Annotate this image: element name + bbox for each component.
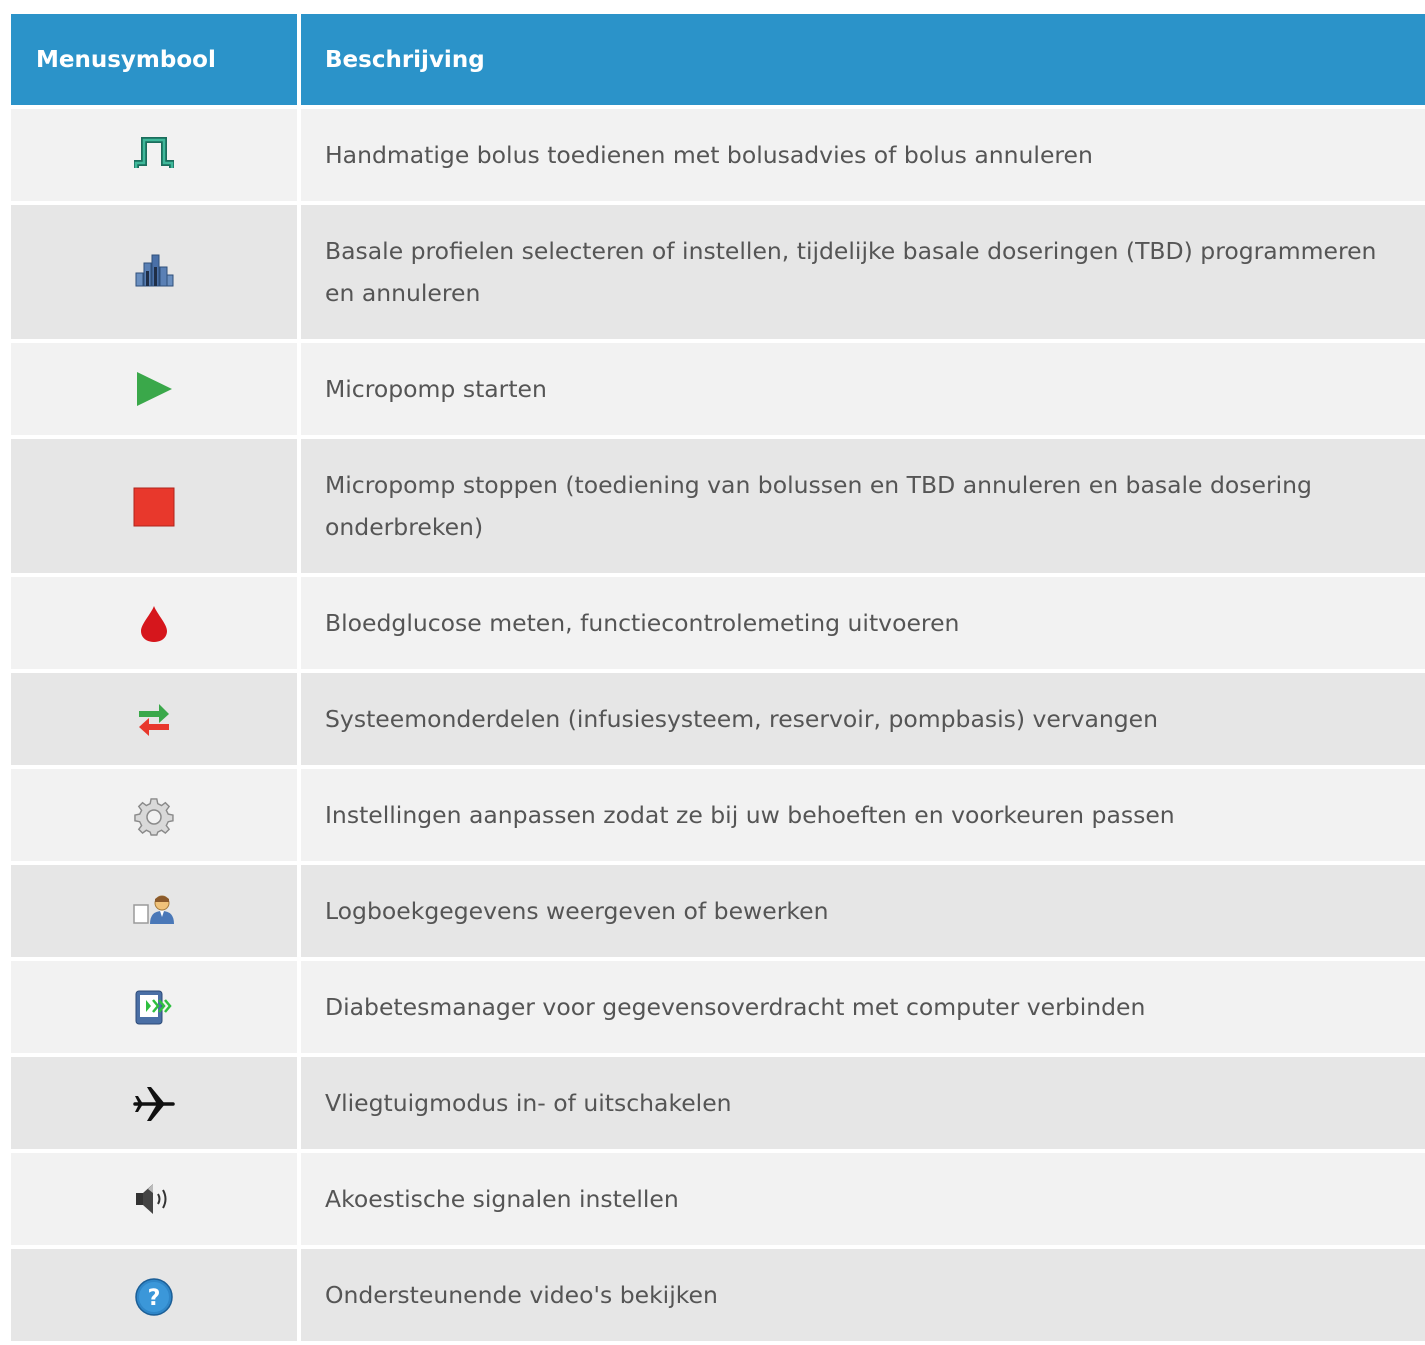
blood-drop-icon <box>139 605 169 643</box>
stop-icon <box>133 487 175 527</box>
help-icon: ? <box>134 1277 174 1317</box>
table-row: Handmatige bolus toedienen met bolusadvi… <box>11 109 1425 201</box>
row-description: Logboekgegevens weergeven of bewerken <box>301 865 1425 957</box>
table-row: ? Ondersteunende video's bekijken <box>11 1249 1425 1341</box>
airplane-icon <box>133 1085 175 1123</box>
speaker-icon <box>134 1181 174 1217</box>
table-row: Instellingen aanpassen zodat ze bij uw b… <box>11 769 1425 861</box>
data-transfer-icon <box>134 989 174 1027</box>
header-beschrijving: Beschrijving <box>301 14 1425 105</box>
row-description: Systeemonderdelen (infusiesysteem, reser… <box>301 673 1425 765</box>
logbook-icon <box>132 893 176 925</box>
table-row: Basale profielen selecteren of instellen… <box>11 205 1425 339</box>
basal-profile-icon <box>134 253 174 287</box>
gear-icon <box>134 797 174 837</box>
row-description: Diabetesmanager voor gegevensoverdracht … <box>301 961 1425 1053</box>
table-row: Bloedglucose meten, functiecontrolemetin… <box>11 577 1425 669</box>
header-menusymbool: Menusymbool <box>11 14 297 105</box>
table-row: Akoestische signalen instellen <box>11 1153 1425 1245</box>
row-description: Micropomp starten <box>301 343 1425 435</box>
table-header: Menusymbool Beschrijving <box>11 14 1425 105</box>
bolus-icon <box>134 137 174 169</box>
exchange-arrows-icon <box>137 701 171 737</box>
row-description: Basale profielen selecteren of instellen… <box>301 205 1425 339</box>
row-description: Handmatige bolus toedienen met bolusadvi… <box>301 109 1425 201</box>
table-row: Micropomp stoppen (toediening van boluss… <box>11 439 1425 573</box>
row-description: Micropomp stoppen (toediening van boluss… <box>301 439 1425 573</box>
row-description: Bloedglucose meten, functiecontrolemetin… <box>301 577 1425 669</box>
table-row: Diabetesmanager voor gegevensoverdracht … <box>11 961 1425 1053</box>
row-description: Vliegtuigmodus in- of uitschakelen <box>301 1057 1425 1149</box>
svg-text:?: ? <box>148 1286 161 1311</box>
table-row: Systeemonderdelen (infusiesysteem, reser… <box>11 673 1425 765</box>
table-row: Logboekgegevens weergeven of bewerken <box>11 865 1425 957</box>
table-row: Vliegtuigmodus in- of uitschakelen <box>11 1057 1425 1149</box>
play-icon <box>134 371 174 407</box>
row-description: Akoestische signalen instellen <box>301 1153 1425 1245</box>
row-description: Ondersteunende video's bekijken <box>301 1249 1425 1341</box>
table-row: Micropomp starten <box>11 343 1425 435</box>
menu-symbols-table: Menusymbool Beschrijving Handmatige bolu… <box>11 14 1425 1345</box>
row-description: Instellingen aanpassen zodat ze bij uw b… <box>301 769 1425 861</box>
